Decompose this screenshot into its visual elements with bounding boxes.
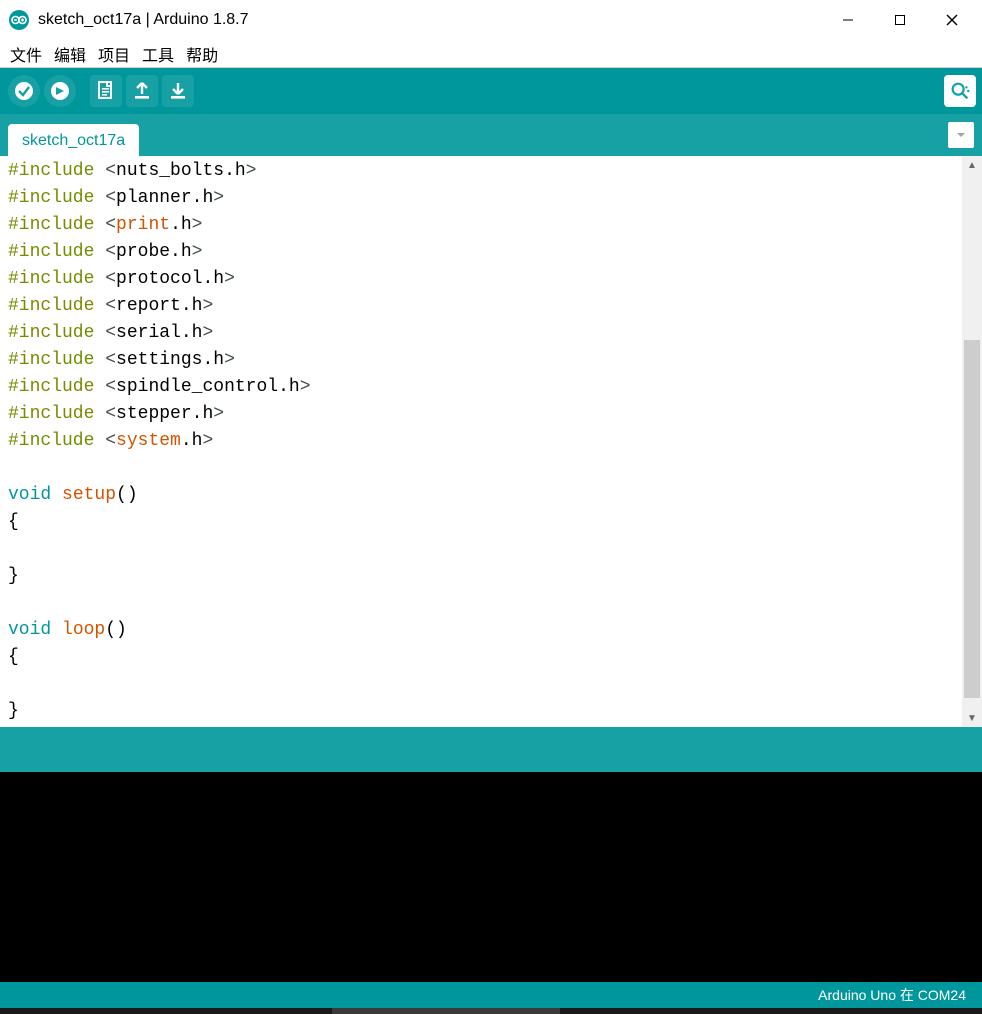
maximize-button[interactable] <box>874 0 926 40</box>
scroll-down-icon[interactable]: ▼ <box>962 709 982 727</box>
footer-bar: Arduino Uno 在 COM24 <box>0 982 982 1008</box>
menu-sketch[interactable]: 项目 <box>92 40 136 68</box>
minimize-button[interactable] <box>822 0 874 40</box>
menu-edit[interactable]: 编辑 <box>48 40 92 68</box>
upload-button[interactable] <box>44 75 76 107</box>
editor-area: #include <nuts_bolts.h> #include <planne… <box>0 156 982 727</box>
tab-menu-button[interactable] <box>948 122 974 148</box>
serial-monitor-button[interactable] <box>944 75 976 107</box>
save-sketch-button[interactable] <box>162 75 194 107</box>
menu-bar: 文件 编辑 项目 工具 帮助 <box>0 40 982 68</box>
open-sketch-button[interactable] <box>126 75 158 107</box>
scroll-up-icon[interactable]: ▲ <box>962 156 982 174</box>
scroll-thumb[interactable] <box>964 340 980 698</box>
taskbar-sliver <box>0 1008 982 1014</box>
tab-bar: sketch_oct17a <box>0 114 982 156</box>
tab-sketch[interactable]: sketch_oct17a <box>8 124 139 156</box>
board-port-label: Arduino Uno 在 COM24 <box>818 985 966 1005</box>
window-titlebar: sketch_oct17a | Arduino 1.8.7 <box>0 0 982 40</box>
editor-scrollbar[interactable]: ▲ ▼ <box>962 156 982 727</box>
output-console[interactable] <box>0 772 982 982</box>
menu-file[interactable]: 文件 <box>4 40 48 68</box>
close-button[interactable] <box>926 0 978 40</box>
compile-status-bar <box>0 727 982 772</box>
window-title: sketch_oct17a | Arduino 1.8.7 <box>38 11 822 29</box>
menu-tools[interactable]: 工具 <box>136 40 180 68</box>
code-editor[interactable]: #include <nuts_bolts.h> #include <planne… <box>0 156 962 727</box>
new-sketch-button[interactable] <box>90 75 122 107</box>
verify-button[interactable] <box>8 75 40 107</box>
arduino-icon <box>8 9 30 31</box>
toolbar <box>0 68 982 114</box>
menu-help[interactable]: 帮助 <box>180 40 224 68</box>
